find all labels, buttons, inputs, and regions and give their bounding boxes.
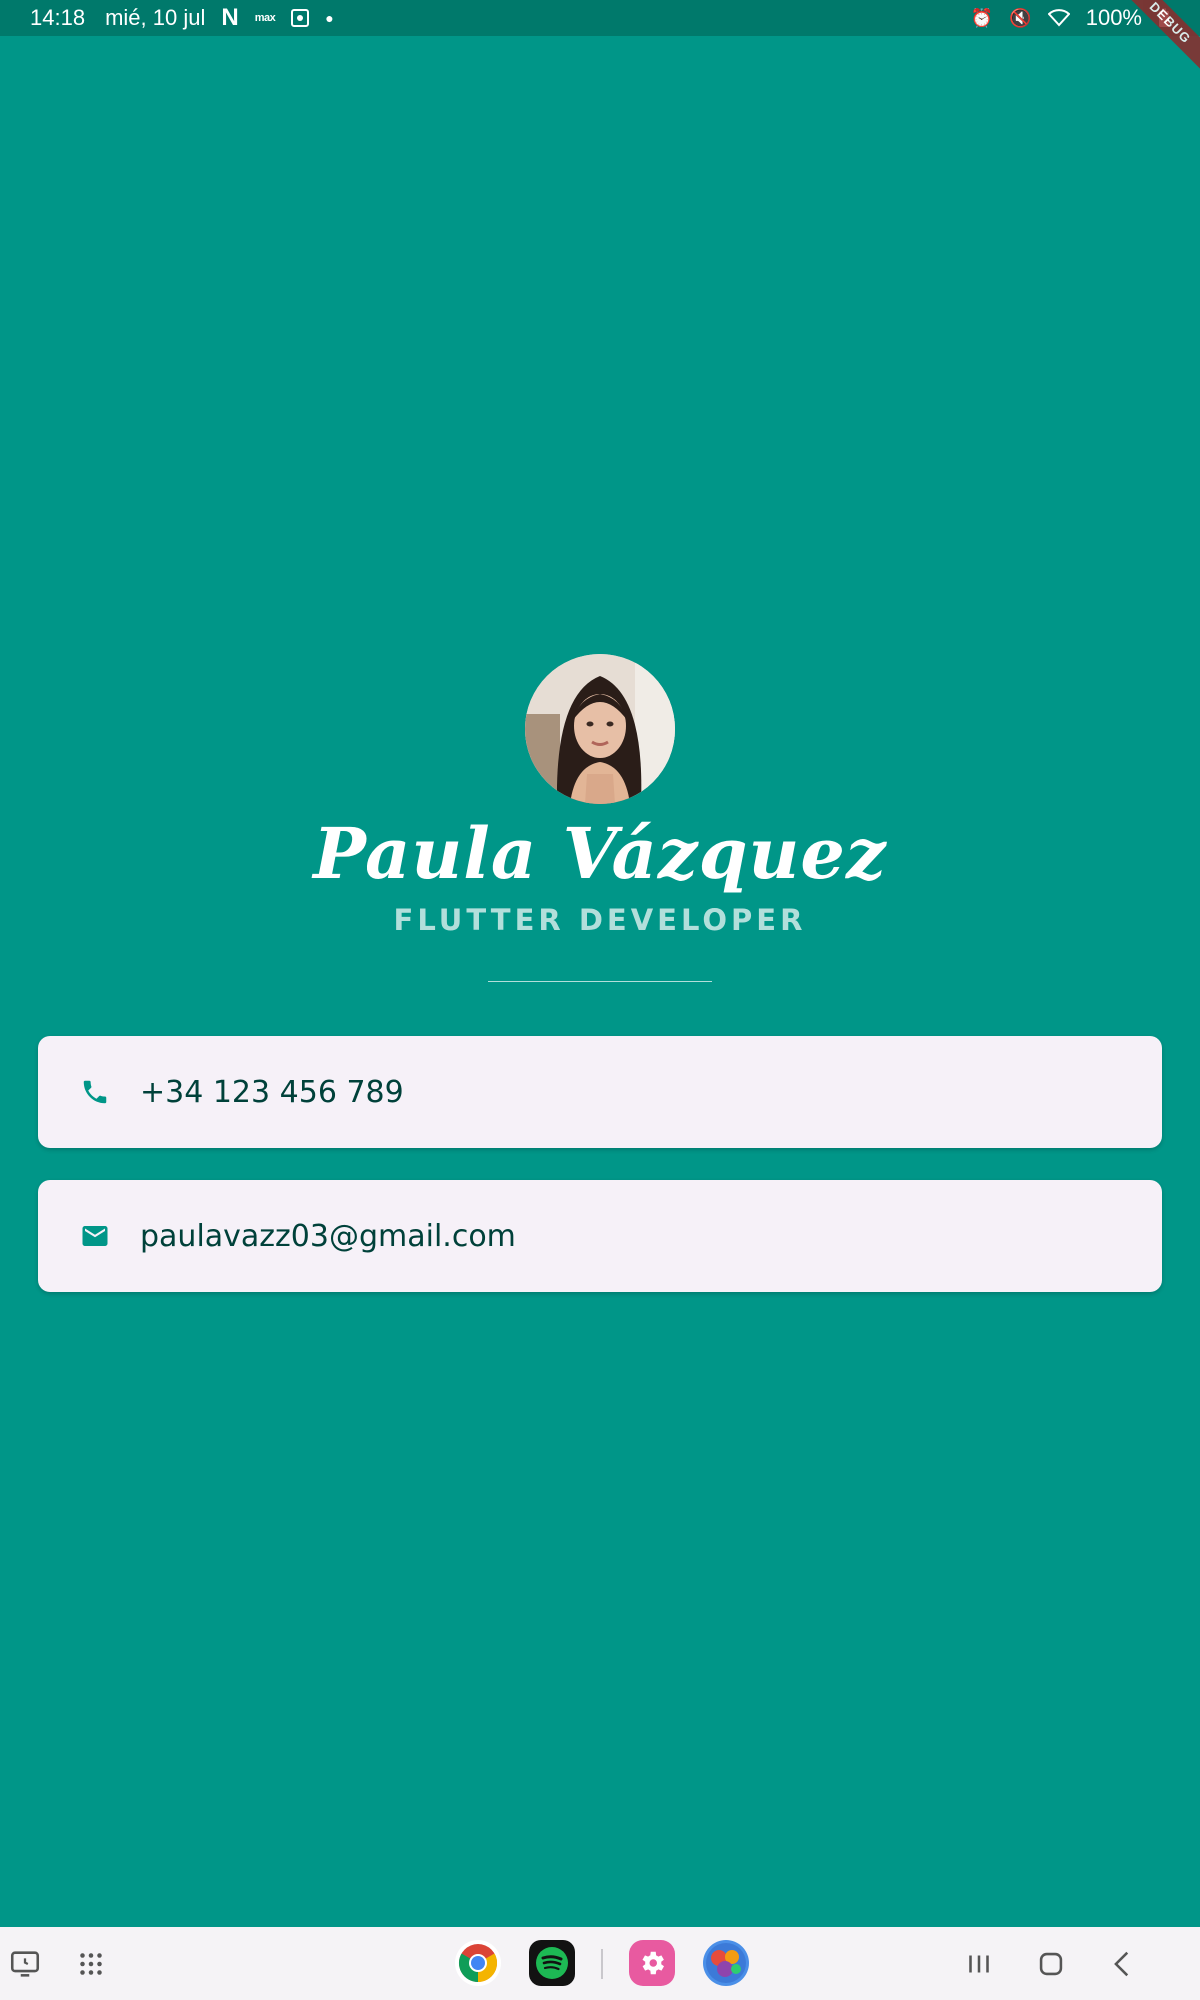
status-left: 14:18 mié, 10 jul N max ● <box>30 5 334 31</box>
candy-crush-app-icon[interactable] <box>703 1940 749 1986</box>
status-date: mié, 10 jul <box>105 5 206 30</box>
avatar-photo <box>525 654 675 804</box>
taskbar-separator <box>601 1949 603 1979</box>
email-icon <box>80 1221 110 1251</box>
spotify-app-icon[interactable] <box>529 1940 575 1986</box>
alarm-icon: ⏰ <box>970 8 994 28</box>
profile-role: FLUTTER DEVELOPER <box>393 903 807 937</box>
profile-name: Paula Vázquez <box>313 812 887 895</box>
phone-card[interactable]: +34 123 456 789 <box>38 1036 1162 1148</box>
phone-icon <box>80 1077 110 1107</box>
recent-screens-icon[interactable] <box>6 1945 44 1983</box>
divider <box>488 981 712 982</box>
phone-number: +34 123 456 789 <box>140 1074 404 1110</box>
status-time: 14:18 <box>30 5 86 30</box>
wifi-icon <box>1047 9 1070 27</box>
email-address: paulavazz03@gmail.com <box>140 1218 516 1254</box>
settings-app-icon[interactable] <box>629 1940 675 1986</box>
back-button[interactable] <box>1104 1945 1142 1983</box>
navigation-bar <box>0 1927 1200 2000</box>
avatar <box>525 654 675 804</box>
app-drawer-icon[interactable] <box>72 1945 110 1983</box>
home-button[interactable] <box>1032 1945 1070 1983</box>
status-bar: 14:18 mié, 10 jul N max ● ⏰ 🔇 100% <box>0 0 1200 36</box>
max-icon: max <box>254 11 276 24</box>
recents-button[interactable] <box>960 1945 998 1983</box>
chrome-app-icon[interactable] <box>455 1940 501 1986</box>
dot-icon: ● <box>325 10 334 26</box>
email-card[interactable]: paulavazz03@gmail.com <box>38 1180 1162 1292</box>
mute-icon: 🔇 <box>1009 8 1032 28</box>
battery-text: 100% <box>1085 5 1142 30</box>
netflix-icon: N <box>221 4 239 31</box>
screenshot-icon <box>291 9 310 27</box>
